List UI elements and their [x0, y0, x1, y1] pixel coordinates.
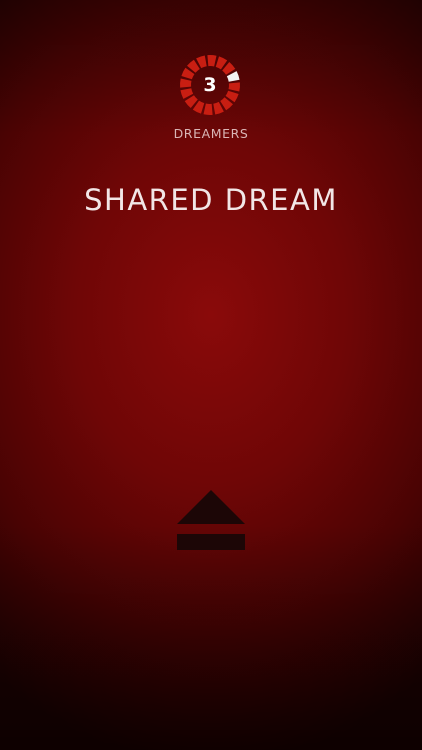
dreamers-count: 3 [203, 74, 217, 96]
page-title: SHARED DREAM [84, 183, 338, 217]
eject-button[interactable] [171, 486, 251, 556]
eject-icon [177, 490, 245, 550]
dreamers-counter: 3 [178, 53, 242, 117]
dreamers-label: DREAMERS [173, 126, 249, 141]
